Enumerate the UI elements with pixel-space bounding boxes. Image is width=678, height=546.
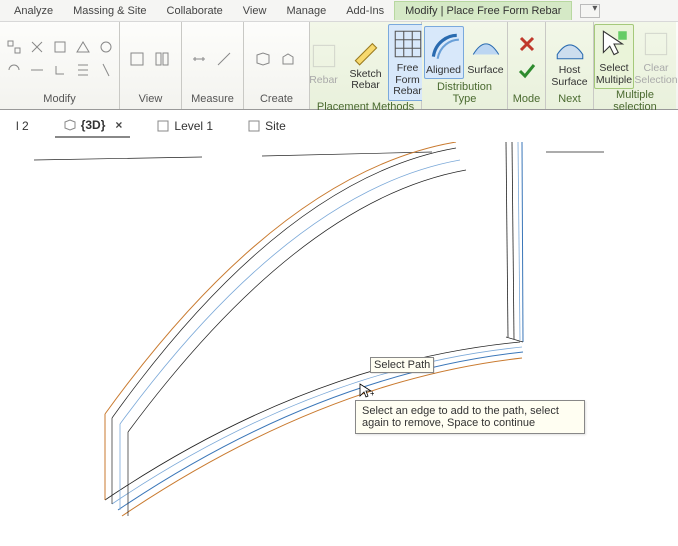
panel-view: View [120, 22, 182, 109]
surface-button[interactable]: Surface [466, 27, 506, 79]
view-tab-partial[interactable]: l 2 [8, 115, 37, 137]
panel-modify: Modify [0, 22, 120, 109]
tool-icon[interactable] [72, 36, 94, 58]
drawing-canvas[interactable]: Select Path + Select an edge to add to t… [0, 142, 678, 546]
menu-view[interactable]: View [233, 2, 277, 20]
clear-label: Clear Selection [634, 63, 677, 86]
panel-distribution: Aligned Surface Distribution Type [422, 22, 508, 109]
panel-title: View [124, 93, 177, 107]
ribbon: Modify View Measure Create [0, 22, 678, 110]
measure-icon[interactable] [188, 48, 210, 70]
create-icon[interactable] [252, 48, 274, 70]
tool-icon[interactable] [3, 36, 25, 58]
cube-icon [63, 118, 77, 132]
cancel-icon[interactable] [517, 34, 537, 57]
aligned-icon [427, 29, 461, 63]
view-tab-site[interactable]: Site [239, 115, 294, 137]
select-multiple-button[interactable]: Select Multiple [594, 24, 634, 89]
sheet-icon [156, 119, 170, 133]
tool-icon[interactable] [26, 36, 48, 58]
menu-bar: Analyze Massing & Site Collaborate View … [0, 0, 678, 22]
view-icon[interactable] [151, 48, 173, 70]
context-dropdown[interactable] [580, 4, 600, 18]
view-tab-level1[interactable]: Level 1 [148, 115, 221, 137]
panel-title: Placement Methods [314, 101, 417, 115]
grid-curve-icon [391, 27, 425, 61]
panel-measure: Measure [182, 22, 244, 109]
aligned-label: Aligned [426, 65, 461, 77]
finish-icon[interactable] [517, 61, 537, 84]
tool-icon[interactable] [26, 59, 48, 81]
menu-addins[interactable]: Add-Ins [336, 2, 394, 20]
panel-title: Next [550, 93, 589, 107]
view-tab-3d[interactable]: {3D} × [55, 114, 131, 138]
host-surface-button[interactable]: Host Surface [550, 27, 590, 90]
sketch-rebar-button[interactable]: Sketch Rebar [346, 31, 386, 94]
freeform-label: Free Form Rebar [393, 63, 423, 98]
tool-icon[interactable] [3, 59, 25, 81]
host-surface-icon [553, 29, 587, 63]
menu-context[interactable]: Modify | Place Free Form Rebar [394, 1, 572, 20]
select-multiple-label: Select Multiple [596, 63, 632, 86]
tab-label: {3D} [81, 118, 106, 132]
sheet-icon [247, 119, 261, 133]
view-tabs: l 2 {3D} × Level 1 Site [0, 112, 678, 140]
panel-title: Mode [512, 93, 541, 107]
measure-icon[interactable] [213, 48, 235, 70]
tab-label: Level 1 [174, 119, 213, 133]
select-path-label: Select Path [370, 357, 434, 373]
panel-mode: Mode [508, 22, 546, 109]
rebar-label: Rebar [309, 75, 338, 87]
pencil-icon [349, 33, 383, 67]
tab-label: Site [265, 119, 286, 133]
menu-massing[interactable]: Massing & Site [63, 2, 156, 20]
panel-multiple: Select Multiple Clear Selection Multiple… [594, 22, 676, 109]
panel-placement: Rebar Sketch Rebar Free Form Rebar Place… [310, 22, 422, 109]
tool-icon[interactable] [95, 36, 117, 58]
create-icon[interactable] [277, 48, 299, 70]
menu-manage[interactable]: Manage [276, 2, 336, 20]
view-icon[interactable] [126, 48, 148, 70]
close-icon[interactable]: × [115, 118, 122, 132]
rebar-icon [307, 39, 341, 73]
menu-analyze[interactable]: Analyze [4, 2, 63, 20]
surface-icon [469, 29, 503, 63]
clear-icon [639, 27, 673, 61]
cursor-plus-icon [597, 27, 631, 61]
panel-title: Measure [186, 93, 239, 107]
panel-title: Distribution Type [426, 81, 503, 107]
panel-create: Create [244, 22, 310, 109]
tool-icon[interactable] [95, 59, 117, 81]
tab-label: l 2 [16, 119, 29, 133]
tool-icon[interactable] [49, 36, 71, 58]
tool-icon[interactable] [72, 59, 94, 81]
modify-tool-grid [3, 36, 117, 81]
panel-title: Modify [4, 93, 115, 107]
host-surface-label: Host Surface [551, 65, 587, 88]
rebar-button: Rebar [304, 37, 344, 89]
surface-label: Surface [467, 65, 503, 77]
clear-selection-button: Clear Selection [636, 25, 676, 88]
aligned-button[interactable]: Aligned [424, 26, 464, 80]
model-drawing [0, 142, 678, 546]
panel-title: Multiple selection [598, 89, 672, 115]
tool-icon[interactable] [49, 59, 71, 81]
sketch-label: Sketch Rebar [349, 69, 381, 92]
panel-next: Host Surface Next [546, 22, 594, 109]
menu-collaborate[interactable]: Collaborate [157, 2, 233, 20]
tooltip: Select an edge to add to the path, selec… [355, 400, 585, 434]
panel-title: Create [248, 93, 305, 107]
